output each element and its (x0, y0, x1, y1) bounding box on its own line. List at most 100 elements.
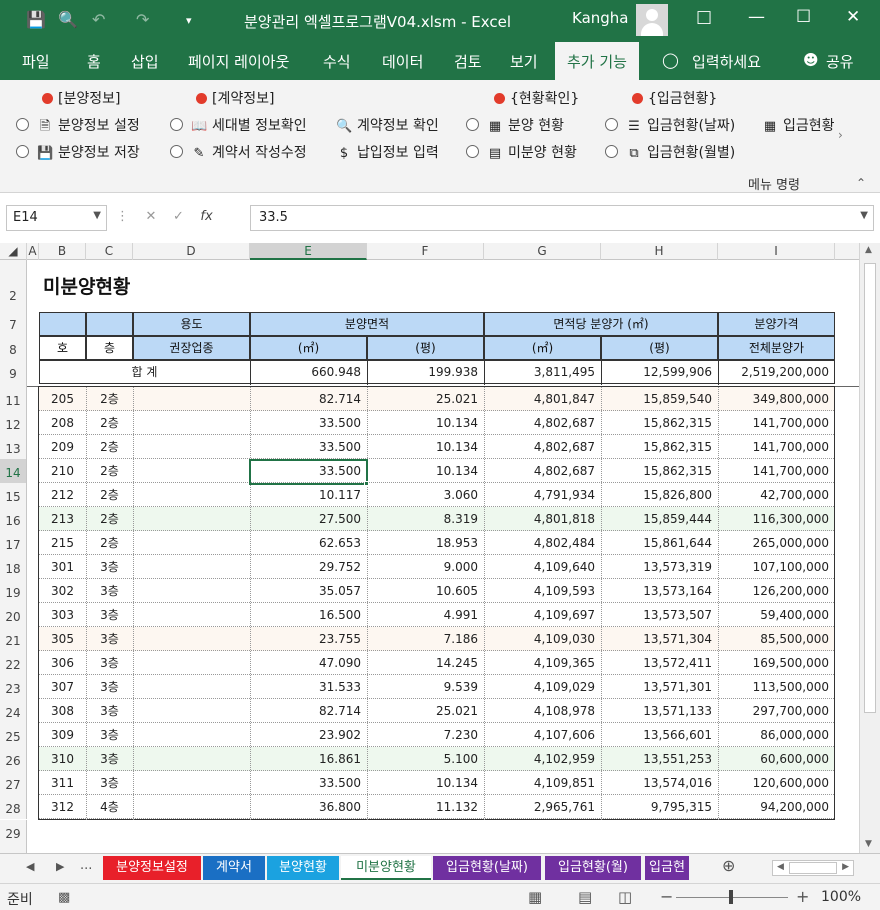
table-cell[interactable]: 107,100,000 (718, 556, 835, 580)
table-cell[interactable]: 15,859,444 (601, 508, 718, 532)
column-header-e[interactable]: E (250, 243, 367, 260)
table-cell[interactable]: 7.186 (367, 628, 484, 652)
cancel-icon[interactable]: ✕ (146, 209, 157, 224)
table-cell[interactable] (133, 604, 250, 628)
table-cell[interactable]: 4,107,606 (484, 724, 601, 748)
row-header[interactable]: 13 (0, 435, 27, 459)
menu-payment-extra[interactable]: ▦ 입금현황 (762, 115, 838, 135)
table-cell[interactable]: 25.021 (367, 700, 484, 724)
table-cell[interactable] (133, 556, 250, 580)
column-header-f[interactable]: F (367, 243, 484, 260)
prev-sheet-icon[interactable]: ◀ (26, 860, 34, 873)
table-cell[interactable]: 10.134 (367, 460, 484, 484)
table-cell[interactable]: 29.752 (250, 556, 367, 580)
table-cell[interactable]: 11.132 (367, 796, 484, 820)
table-cell[interactable]: 4,109,365 (484, 652, 601, 676)
table-cell[interactable]: 265,000,000 (718, 532, 835, 556)
menu-payment-input[interactable]: $ 납입정보 입력 (336, 142, 439, 162)
menu-payment-date[interactable]: ☰ 입금현황(날짜) (605, 115, 735, 135)
table-cell[interactable]: 312 (39, 796, 86, 820)
vertical-scrollbar[interactable]: ▲ ▼ (859, 243, 880, 853)
select-all-corner[interactable]: ◢ (0, 243, 27, 260)
table-cell[interactable]: 307 (39, 676, 86, 700)
table-cell[interactable]: 59,400,000 (718, 604, 835, 628)
table-cell[interactable]: 2층 (86, 412, 133, 436)
table-cell[interactable]: 13,572,411 (601, 652, 718, 676)
tab-review[interactable]: 검토 (454, 51, 482, 72)
table-cell[interactable]: 15,861,644 (601, 532, 718, 556)
table-cell[interactable]: 13,574,016 (601, 772, 718, 796)
total-price-pyeong[interactable]: 12,599,906 (601, 361, 718, 385)
table-cell[interactable]: 169,500,000 (718, 652, 835, 676)
table-cell[interactable]: 10.605 (367, 580, 484, 604)
row-header[interactable]: 14 (0, 459, 27, 483)
table-cell[interactable]: 4,109,851 (484, 772, 601, 796)
column-header-c[interactable]: C (86, 243, 133, 260)
table-cell[interactable]: 23.755 (250, 628, 367, 652)
row-header[interactable]: 11 (0, 387, 27, 411)
table-cell[interactable]: 4,802,687 (484, 460, 601, 484)
zoom-slider-thumb[interactable] (729, 890, 733, 904)
enter-icon[interactable]: ✓ (173, 209, 184, 224)
table-cell[interactable]: 15,862,315 (601, 460, 718, 484)
table-cell[interactable]: 301 (39, 556, 86, 580)
table-cell[interactable]: 4,791,934 (484, 484, 601, 508)
user-name[interactable]: Kangha (572, 9, 629, 27)
table-cell[interactable]: 305 (39, 628, 86, 652)
table-cell[interactable]: 16.861 (250, 748, 367, 772)
normal-view-icon[interactable]: ▦ (528, 888, 542, 906)
table-cell[interactable]: 141,700,000 (718, 460, 835, 484)
new-sheet-icon[interactable]: ⊕ (722, 856, 735, 875)
table-cell[interactable] (133, 724, 250, 748)
menu-sales-save[interactable]: 💾 분양정보 저장 (16, 142, 140, 162)
table-cell[interactable]: 3.060 (367, 484, 484, 508)
table-cell[interactable]: 3층 (86, 556, 133, 580)
table-cell[interactable]: 3층 (86, 604, 133, 628)
table-cell[interactable]: 13,566,601 (601, 724, 718, 748)
share-button[interactable]: 공유 (826, 51, 854, 72)
tab-home[interactable]: 홈 (87, 51, 101, 72)
table-cell[interactable]: 62.653 (250, 532, 367, 556)
table-cell[interactable]: 3층 (86, 748, 133, 772)
lightbulb-icon[interactable]: ◯ (662, 51, 679, 69)
table-cell[interactable]: 209 (39, 436, 86, 460)
table-cell[interactable]: 310 (39, 748, 86, 772)
table-cell[interactable]: 85,500,000 (718, 628, 835, 652)
next-sheet-icon[interactable]: ▶ (56, 860, 64, 873)
table-cell[interactable] (133, 484, 250, 508)
ribbon-display-options-icon[interactable]: □ (696, 7, 712, 27)
table-cell[interactable]: 18.953 (367, 532, 484, 556)
total-price-sqm[interactable]: 3,811,495 (484, 361, 601, 385)
table-cell[interactable] (133, 652, 250, 676)
column-header-d[interactable]: D (133, 243, 250, 260)
table-cell[interactable]: 8.319 (367, 508, 484, 532)
table-cell[interactable]: 10.134 (367, 412, 484, 436)
table-cell[interactable] (133, 748, 250, 772)
share-icon[interactable]: ☻ (803, 51, 819, 69)
table-cell[interactable]: 3층 (86, 700, 133, 724)
insert-function-icon[interactable]: fx (200, 209, 212, 224)
table-cell[interactable]: 113,500,000 (718, 676, 835, 700)
tab-data[interactable]: 데이터 (382, 51, 423, 72)
chevron-down-icon[interactable]: ▼ (93, 210, 101, 221)
customize-quick-access-icon[interactable]: ▾ (186, 14, 192, 27)
table-cell[interactable]: 13,571,133 (601, 700, 718, 724)
table-cell[interactable]: 15,862,315 (601, 436, 718, 460)
table-cell[interactable] (133, 436, 250, 460)
avatar[interactable] (636, 4, 668, 36)
table-cell[interactable]: 4,109,029 (484, 676, 601, 700)
table-cell[interactable]: 3층 (86, 628, 133, 652)
h-scroll-thumb[interactable] (789, 862, 837, 874)
table-cell[interactable]: 13,573,164 (601, 580, 718, 604)
table-cell[interactable]: 10.134 (367, 436, 484, 460)
column-header-g[interactable]: G (484, 243, 601, 260)
table-cell[interactable]: 33.500 (250, 436, 367, 460)
table-cell[interactable]: 4,109,593 (484, 580, 601, 604)
row-header[interactable]: 8 (0, 336, 27, 360)
table-cell[interactable]: 13,573,319 (601, 556, 718, 580)
ribbon-scroll-right-icon[interactable]: › (838, 128, 843, 142)
tell-me-search[interactable]: 입력하세요 (692, 51, 761, 72)
total-label[interactable]: 합 계 (39, 361, 250, 385)
row-header[interactable]: 2 (0, 260, 27, 310)
table-cell[interactable]: 16.500 (250, 604, 367, 628)
